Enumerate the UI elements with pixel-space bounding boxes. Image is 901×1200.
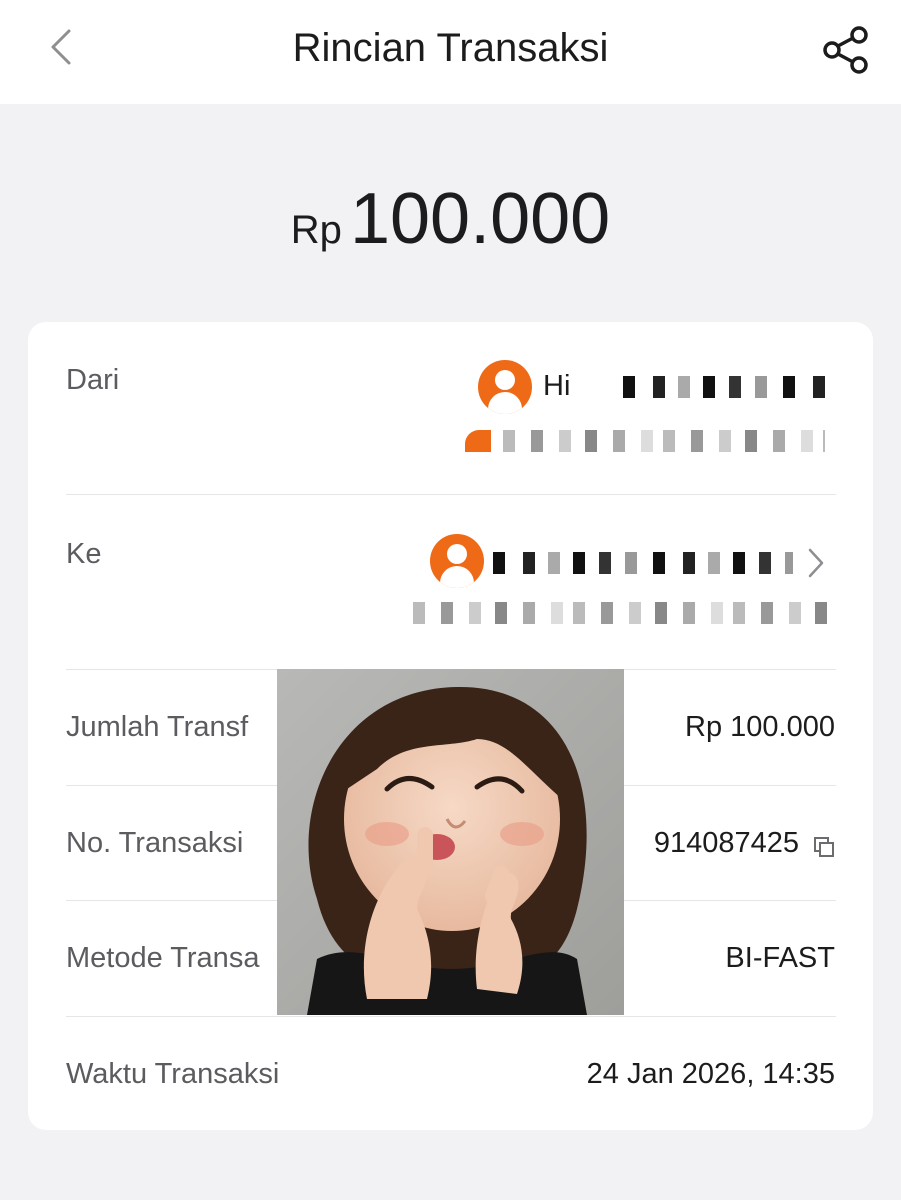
transfer-amount-value: Rp 100.000	[685, 711, 835, 743]
time-value: 24 Jan 2026, 14:35	[586, 1058, 835, 1090]
divider	[66, 1016, 836, 1017]
time-label: Waktu Transaksi	[66, 1058, 280, 1090]
chevron-right-icon	[808, 548, 824, 578]
sender-avatar-icon	[478, 360, 532, 414]
transaction-no-value: 914087425	[653, 827, 799, 859]
amount-display: Rp 100.000	[0, 178, 901, 260]
recipient-name-redacted	[493, 552, 793, 574]
page-title: Rincian Transaksi	[292, 26, 609, 70]
amount-currency: Rp	[290, 208, 342, 252]
copy-icon[interactable]	[813, 833, 835, 858]
bank-logo-icon	[465, 430, 491, 452]
transaction-detail-page: Rincian Transaksi Rp100.000 Dari Hi Ke	[0, 0, 901, 1200]
from-label: Dari	[66, 364, 120, 396]
transaction-no-label: No. Transaksi	[66, 827, 244, 859]
share-button[interactable]	[818, 22, 874, 78]
method-label: Metode Transa	[66, 942, 260, 974]
transfer-amount-label: Jumlah Transf	[66, 711, 249, 743]
recipient-avatar-icon	[430, 534, 484, 588]
method-value: BI-FAST	[725, 942, 835, 974]
sticker-image	[277, 669, 624, 1015]
divider	[66, 494, 836, 495]
share-icon	[823, 26, 868, 74]
sender-account-redacted	[503, 430, 825, 452]
transaction-no-row: 914087425	[654, 827, 835, 860]
amount-value: 100.000	[349, 179, 611, 259]
to-label: Ke	[66, 538, 102, 570]
recipient-account-redacted	[413, 602, 831, 624]
sender-name: Hi	[543, 370, 571, 402]
header: Rincian Transaksi	[0, 0, 901, 104]
sender-name-redacted	[623, 376, 835, 398]
